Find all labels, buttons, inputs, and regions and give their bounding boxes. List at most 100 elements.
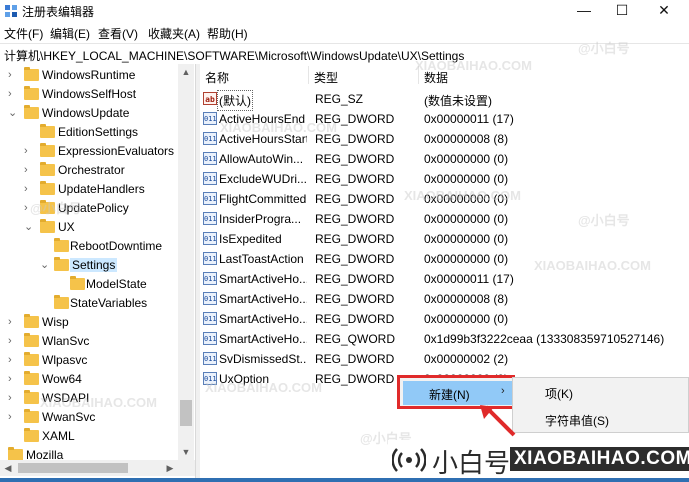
string-value-icon: ab: [203, 92, 217, 105]
title-bar: 注册表编辑器 — ☐ ✕: [0, 0, 689, 22]
minimize-button[interactable]: —: [565, 0, 603, 22]
column-type-header[interactable]: 类型: [314, 69, 338, 86]
expand-chevron-icon[interactable]: ›: [0, 446, 4, 460]
value-data: 0x00000000 (0): [424, 212, 509, 226]
folder-icon: [8, 447, 23, 460]
expand-chevron-icon[interactable]: ›: [8, 370, 18, 389]
value-type: REG_DWORD: [315, 372, 395, 386]
folder-open-icon: [54, 257, 69, 271]
watermark-text: XIAOBAIHAO.COM: [205, 380, 322, 395]
site-logo: 小白号 XIAOBAIHAO.COM: [388, 440, 689, 478]
folder-icon: [24, 409, 39, 423]
collapse-chevron-icon[interactable]: ⌄: [40, 256, 50, 275]
folder-open-icon: [40, 219, 55, 233]
value-type: REG_DWORD: [315, 312, 395, 326]
collapse-chevron-icon[interactable]: ⌄: [8, 104, 18, 123]
tree-item-label: UX: [58, 220, 75, 234]
expand-chevron-icon[interactable]: ›: [8, 408, 18, 427]
value-row[interactable]: 011 SmartActiveHo... REG_DWORD 0x0000000…: [200, 289, 689, 309]
value-name: SmartActiveHo...: [219, 312, 307, 326]
binary-value-icon: 011: [203, 192, 217, 205]
folder-icon: [24, 390, 39, 404]
value-type: REG_DWORD: [315, 352, 395, 366]
expand-chevron-icon[interactable]: ›: [24, 161, 34, 180]
value-type: REG_DWORD: [315, 172, 395, 186]
value-row[interactable]: ab (默认) REG_SZ (数值未设置): [200, 89, 689, 111]
scroll-right-arrow-icon[interactable]: ▶: [162, 460, 178, 476]
binary-value-icon: 011: [203, 152, 217, 165]
binary-value-icon: 011: [203, 112, 217, 125]
tree-horizontal-scrollbar[interactable]: ◀ ▶: [0, 460, 195, 476]
folder-icon: [24, 333, 39, 347]
menu-item-key[interactable]: 项(K): [545, 385, 573, 402]
tree-item-label: ModelState: [86, 277, 147, 291]
value-data: 0x00000011 (17): [424, 272, 514, 286]
value-type: REG_DWORD: [315, 232, 395, 246]
scroll-left-arrow-icon[interactable]: ◀: [0, 460, 16, 476]
tree-vertical-scrollbar[interactable]: ▲ ▼: [178, 64, 194, 460]
menu-view[interactable]: 查看(V): [98, 25, 138, 42]
scroll-thumb[interactable]: [18, 463, 128, 473]
value-data: 0x00000000 (0): [424, 232, 509, 246]
folder-icon: [40, 181, 55, 195]
expand-chevron-icon[interactable]: ›: [24, 180, 34, 199]
value-type: REG_SZ: [315, 92, 364, 106]
value-data: 0x00000008 (8): [424, 132, 509, 146]
tree-item-label: WindowsRuntime: [42, 68, 136, 82]
value-row[interactable]: 011 SmartActiveHo... REG_DWORD 0x0000000…: [200, 309, 689, 329]
value-name: SmartActiveHo...: [219, 292, 307, 306]
value-data: 0x00000000 (0): [424, 152, 509, 166]
maximize-button[interactable]: ☐: [603, 0, 641, 22]
binary-value-icon: 011: [203, 352, 217, 365]
column-divider[interactable]: [308, 66, 309, 84]
value-name: InsiderProgra...: [219, 212, 302, 226]
menu-help[interactable]: 帮助(H): [207, 25, 248, 42]
tree-item-label: WindowsUpdate: [42, 106, 130, 120]
expand-chevron-icon[interactable]: ›: [8, 85, 18, 104]
menu-item-string-value[interactable]: 字符串值(S): [545, 412, 609, 429]
expand-chevron-icon[interactable]: ›: [8, 66, 18, 85]
collapse-chevron-icon[interactable]: ⌄: [24, 218, 34, 237]
scroll-up-arrow-icon[interactable]: ▲: [178, 64, 194, 80]
value-data: 0x00000002 (2): [424, 352, 509, 366]
close-button[interactable]: ✕: [645, 0, 683, 22]
menu-edit[interactable]: 编辑(E): [50, 25, 90, 42]
menu-favorites[interactable]: 收藏夹(A): [148, 25, 200, 42]
tree-item-label: EditionSettings: [58, 125, 139, 139]
binary-value-icon: 011: [203, 312, 217, 325]
value-row[interactable]: 011 SvDismissedSt... REG_DWORD 0x0000000…: [200, 349, 689, 369]
folder-icon: [70, 276, 85, 290]
value-data: 0x00000011 (17): [424, 112, 514, 126]
tree-item-label: ExpressionEvaluators: [58, 144, 175, 158]
binary-value-icon: 011: [203, 212, 217, 225]
new-submenu: 项(K) 字符串值(S): [512, 377, 689, 433]
folder-icon: [54, 238, 69, 252]
value-name: SmartActiveHo...: [219, 272, 307, 286]
value-row[interactable]: 011 IsExpedited REG_DWORD 0x00000000 (0): [200, 229, 689, 249]
tree-item-label: Mozilla: [26, 448, 64, 460]
expand-chevron-icon[interactable]: ›: [8, 313, 18, 332]
address-path[interactable]: 计算机\HKEY_LOCAL_MACHINE\SOFTWARE\Microsof…: [4, 47, 464, 64]
value-row[interactable]: 011 ExcludeWUDri... REG_DWORD 0x00000000…: [200, 169, 689, 189]
value-type: REG_QWORD: [315, 332, 396, 346]
expand-chevron-icon[interactable]: ›: [8, 351, 18, 370]
column-name-header[interactable]: 名称: [205, 69, 229, 86]
scroll-thumb[interactable]: [180, 400, 192, 426]
value-row[interactable]: 011 AllowAutoWin... REG_DWORD 0x00000000…: [200, 149, 689, 169]
folder-icon: [40, 162, 55, 176]
tree-item-label: XAML: [42, 429, 75, 443]
binary-value-icon: 011: [203, 232, 217, 245]
window-title: 注册表编辑器: [22, 5, 95, 19]
expand-chevron-icon[interactable]: ›: [8, 332, 18, 351]
value-data: (数值未设置): [424, 94, 492, 108]
value-row[interactable]: 011 SmartActiveHo... REG_QWORD 0x1d99b3f…: [200, 329, 689, 349]
expand-chevron-icon[interactable]: ›: [24, 142, 34, 161]
folder-icon: [24, 86, 39, 100]
scroll-down-arrow-icon[interactable]: ▼: [178, 444, 194, 460]
tree-item-label: Settings: [70, 258, 118, 272]
menu-file[interactable]: 文件(F): [4, 25, 43, 42]
value-type: REG_DWORD: [315, 292, 395, 306]
binary-value-icon: 011: [203, 252, 217, 265]
value-data: 0x00000008 (8): [424, 292, 509, 306]
expand-chevron-icon[interactable]: ›: [8, 389, 18, 408]
